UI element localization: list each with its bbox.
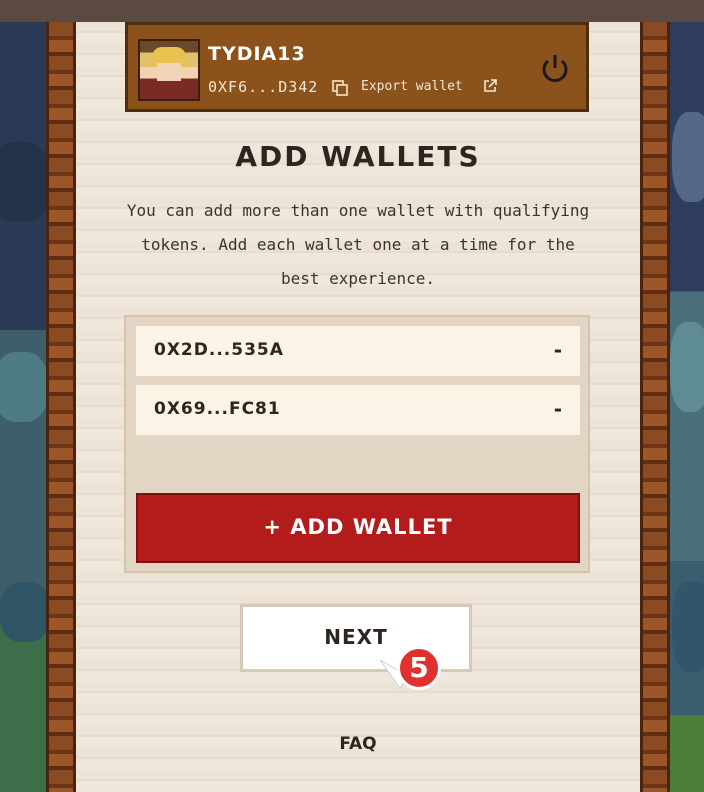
copy-icon[interactable] — [332, 80, 348, 96]
wallet-list: 0X2D...535A - 0X69...FC81 - + ADD WALLET — [124, 315, 590, 573]
page-description: You can add more than one wallet with qu… — [126, 201, 590, 288]
connected-wallet-address: 0XF6...D342 — [208, 78, 319, 96]
power-icon[interactable] — [538, 51, 572, 85]
wallet-address: 0X69...FC81 — [154, 399, 281, 419]
faq-link[interactable]: FAQ — [76, 734, 640, 754]
wallet-row: 0X2D...535A - — [136, 326, 580, 376]
step-number: 5 — [397, 646, 441, 690]
external-link-icon[interactable] — [483, 79, 497, 93]
wooden-pole-left — [46, 22, 76, 792]
wooden-pole-right — [640, 22, 670, 792]
remove-wallet-button[interactable]: - — [554, 338, 562, 362]
top-bar — [0, 0, 704, 22]
wallet-address: 0X2D...535A — [154, 340, 284, 360]
export-wallet-link[interactable]: Export wallet — [361, 79, 463, 94]
wallet-row: 0X69...FC81 - — [136, 385, 580, 435]
page-title: ADD WALLETS — [235, 140, 481, 173]
background-scenery-left — [0, 22, 48, 792]
step-marker: 5 — [378, 636, 446, 704]
remove-wallet-button[interactable]: - — [554, 397, 562, 421]
username: TYDIA13 — [208, 43, 306, 65]
avatar — [138, 39, 200, 101]
add-wallet-button[interactable]: + ADD WALLET — [136, 493, 580, 563]
wallet-header: TYDIA13 0XF6...D342 Export wallet — [125, 22, 589, 112]
background-scenery-right — [668, 22, 704, 792]
